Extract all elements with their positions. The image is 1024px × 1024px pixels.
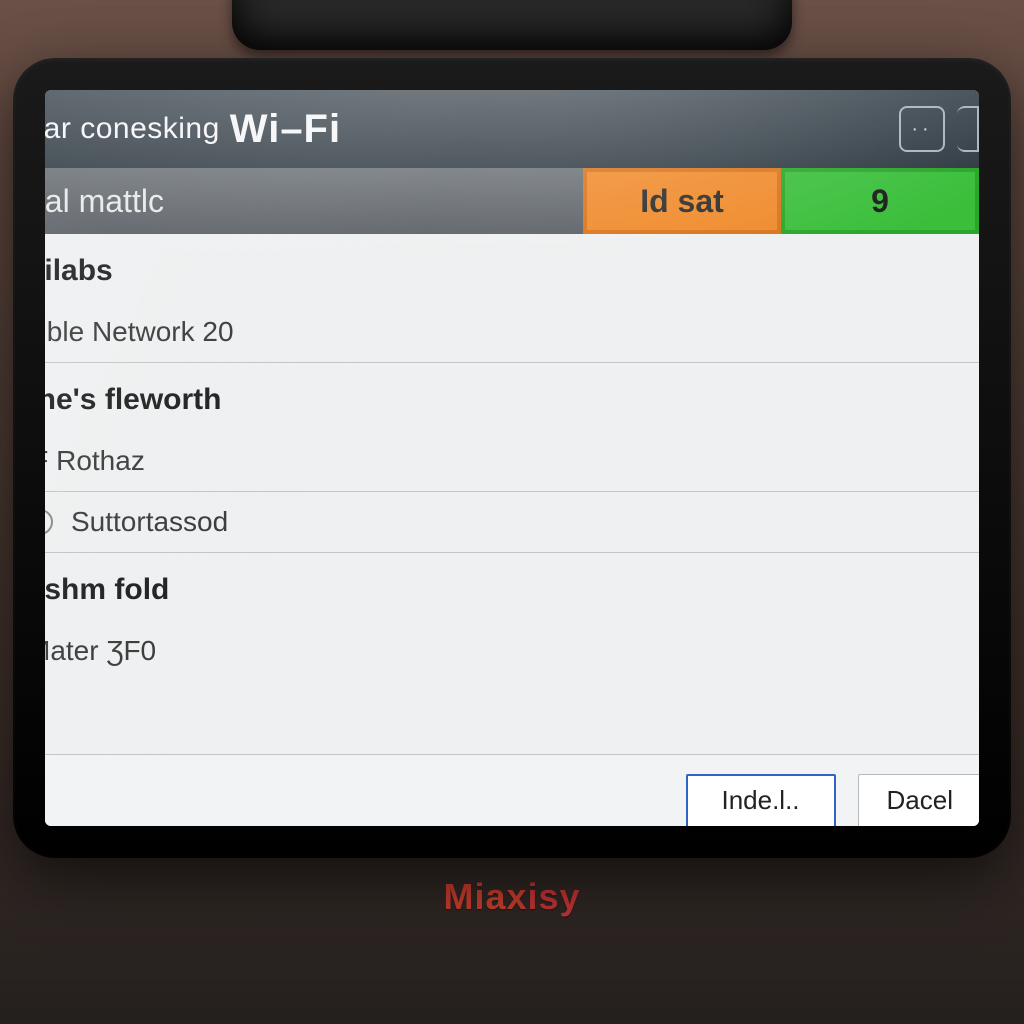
confirm-button[interactable]: Inde.l..: [686, 774, 836, 827]
diagnostic-tablet: nsar conesking Wi–Fi ·· ynal mattlc Id s…: [0, 0, 1024, 1024]
settings-icon[interactable]: [957, 106, 979, 152]
section-fold: alishm fold Mater ƷF0: [45, 553, 979, 681]
device-handle: [232, 0, 792, 50]
section-heading: avilabs: [45, 234, 979, 302]
cancel-button[interactable]: Dacel: [858, 774, 979, 827]
network-row[interactable]: Suttortassod: [45, 491, 979, 552]
network-row[interactable]: DF Rothaz: [45, 431, 979, 491]
tab-count[interactable]: 9: [781, 168, 979, 234]
title-bar: nsar conesking Wi–Fi ··: [45, 90, 979, 168]
dialog-button-bar: Inde.l.. Dacel: [45, 754, 979, 826]
screen: nsar conesking Wi–Fi ·· ynal mattlc Id s…: [45, 90, 979, 826]
title-bar-lead: nsar conesking: [45, 112, 220, 146]
device-brand-logo: Miaxisy: [443, 876, 580, 918]
radio-icon[interactable]: [45, 509, 53, 535]
section-fleworth: nine's fleworth DF Rothaz Suttortassod: [45, 363, 979, 553]
section-heading: nine's fleworth: [45, 363, 979, 431]
network-row-label: Mater ƷF0: [45, 635, 156, 667]
title-bar-wifi-heading: Wi–Fi: [230, 107, 341, 152]
network-row-label: avible Network 20: [45, 316, 234, 348]
network-list: avilabs avible Network 20 nine's flewort…: [45, 234, 979, 754]
section-heading: alishm fold: [45, 553, 979, 621]
more-options-icon[interactable]: ··: [899, 106, 945, 152]
network-row-label: Suttortassod: [71, 506, 228, 538]
section-avilabs: avilabs avible Network 20: [45, 234, 979, 363]
network-row-label: DF Rothaz: [45, 445, 145, 477]
network-row[interactable]: avible Network 20: [45, 302, 979, 362]
tab-info-label: ynal mattlc: [45, 168, 583, 234]
screen-bezel: nsar conesking Wi–Fi ·· ynal mattlc Id s…: [13, 58, 1011, 858]
tab-strip: ynal mattlc Id sat 9: [45, 168, 979, 234]
tab-id-sat[interactable]: Id sat: [583, 168, 781, 234]
network-row[interactable]: Mater ƷF0: [45, 621, 979, 681]
